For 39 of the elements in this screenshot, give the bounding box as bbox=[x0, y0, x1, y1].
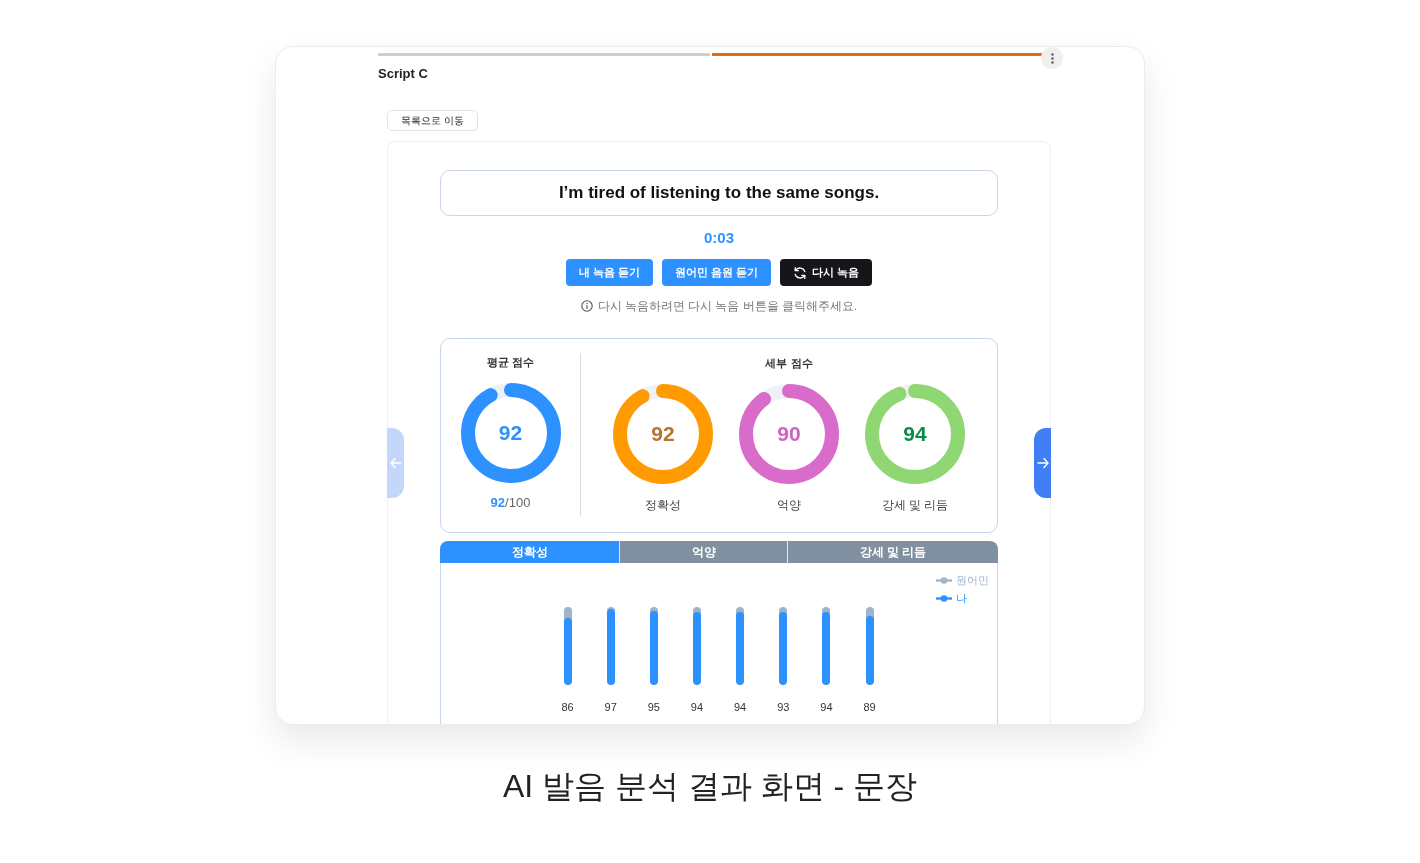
listen-button[interactable]: 내 녹음 듣기 bbox=[565, 259, 653, 286]
sentence-box: I’m tired of listening to the same songs. bbox=[440, 170, 998, 216]
back-to-list-button[interactable]: 목록으로 이동 bbox=[387, 110, 478, 131]
score-reading: 93 bbox=[777, 700, 790, 714]
chart-tab[interactable]: 억양 bbox=[619, 541, 788, 563]
info-icon bbox=[580, 300, 593, 312]
section-title: 평균 점수 bbox=[486, 355, 535, 369]
more-icon bbox=[1050, 52, 1054, 64]
score-reading: 97 bbox=[604, 700, 617, 714]
arrow-right-icon bbox=[1036, 457, 1049, 469]
score-value: 92 bbox=[498, 421, 523, 445]
score-label: 억양 bbox=[777, 497, 801, 513]
legend-label: 나 bbox=[956, 591, 967, 605]
score-value: 90 bbox=[777, 422, 801, 446]
score-value: 92 bbox=[651, 422, 675, 446]
caption: AI 발음 분석 결과 화면 - 문장 bbox=[502, 767, 918, 806]
more-button[interactable] bbox=[1041, 47, 1063, 69]
score-reading: 86 bbox=[561, 700, 574, 714]
legend-label: 원어민 bbox=[956, 573, 989, 587]
score-value: 94 bbox=[903, 422, 927, 446]
chart-tab[interactable]: 강세 및 리듬 bbox=[787, 541, 998, 563]
timer: 0:03 bbox=[704, 228, 734, 248]
score-reading: 95 bbox=[647, 700, 660, 714]
score-label: 정확성 bbox=[645, 497, 681, 513]
chart-tab[interactable]: 정확성 bbox=[440, 541, 620, 563]
listen-button[interactable]: 원어민 음원 듣기 bbox=[661, 259, 772, 286]
next-button[interactable] bbox=[1034, 428, 1051, 498]
arrow-left-icon bbox=[389, 457, 402, 469]
score-reading: 89 bbox=[863, 700, 876, 714]
score-label: 강세 및 리듬 bbox=[881, 497, 949, 513]
rerecord-button[interactable]: 다시 녹음 bbox=[780, 259, 873, 286]
refresh-icon bbox=[793, 265, 808, 280]
score-reading: 94 bbox=[820, 700, 833, 714]
script-title: Script C bbox=[378, 66, 428, 82]
hint-text: 다시 녹음하려면 다시 녹음 버튼을 클릭해주세요. bbox=[597, 299, 858, 314]
score-reading: 94 bbox=[734, 700, 747, 714]
score-reading: 94 bbox=[690, 700, 704, 714]
section-title: 세부 점수 bbox=[765, 356, 813, 370]
average-score-text: 92/100 bbox=[490, 495, 531, 511]
